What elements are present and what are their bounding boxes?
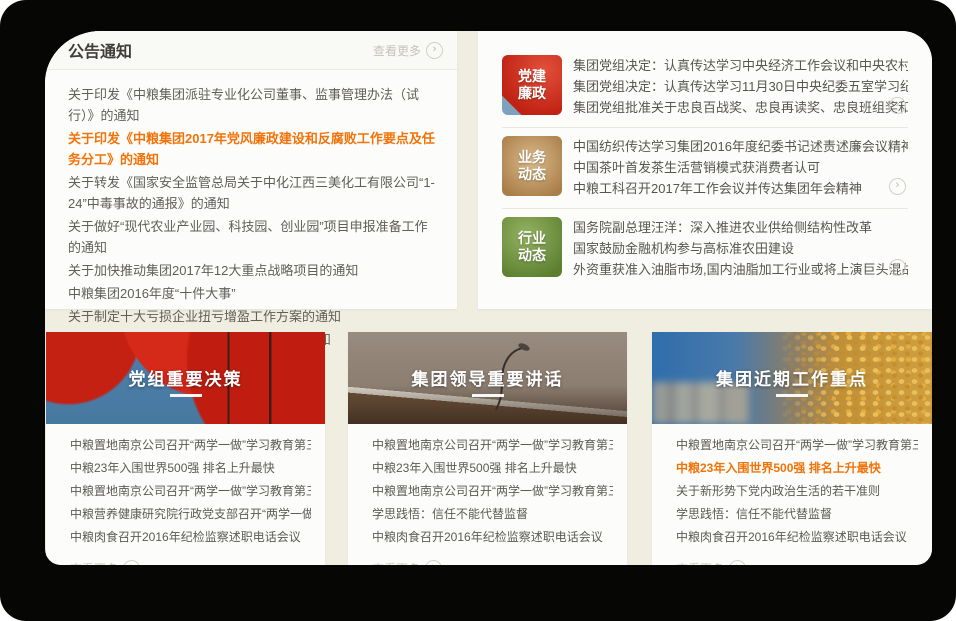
card-leader-speeches: 集团领导重要讲话 中粮置地南京公司召开“两学一做”学习教育第三 ... 中粮23…: [348, 332, 627, 565]
badge-label: 行业: [518, 230, 546, 247]
card-list: 中粮置地南京公司召开“两学一做”学习教育第三 ... 中粮23年入围世界500强…: [652, 424, 932, 546]
badge-label: 廉政: [518, 85, 546, 102]
news-section-industry: 行业 动态 国务院副总理汪洋：深入推进农业供给侧结构性改革 国家鼓励金融机构参与…: [502, 208, 908, 289]
card-party-decisions: 党组重要决策 中粮置地南京公司召开“两学一做”学习教育第三 ... 中粮23年入…: [46, 332, 325, 565]
business-news-badge[interactable]: 业务 动态: [502, 136, 562, 196]
card-hero-red-flags[interactable]: 党组重要决策: [46, 332, 325, 424]
news-item[interactable]: 中国茶叶首发茶生活营销模式获消费者认可: [573, 157, 908, 178]
card-hero-grain[interactable]: 集团近期工作重点: [652, 332, 932, 424]
badge-label: 动态: [518, 166, 546, 183]
section-more-icon[interactable]: ›: [889, 97, 906, 114]
more-label: 查看更多: [70, 560, 118, 565]
card-hero-lectern[interactable]: 集团领导重要讲话: [348, 332, 627, 424]
badge-label: 业务: [518, 149, 546, 166]
card-item[interactable]: 中粮置地南京公司召开“两学一做”学习教育第三 ...: [676, 437, 918, 454]
card-item[interactable]: 中粮肉食召开2016年纪检监察述职电话会议: [676, 529, 918, 546]
chevron-right-icon: ›: [426, 42, 443, 59]
card-more-link[interactable]: 查看更多 ›: [652, 552, 932, 565]
news-item[interactable]: 集团党组批准关于忠良百战奖、忠良再读奖、忠良班组奖和忠良百战奖...: [573, 97, 908, 118]
title-underline: [472, 394, 504, 397]
news-item[interactable]: 中粮工科召开2017年工作会议并传达集团年会精神: [573, 178, 908, 199]
card-item[interactable]: 中粮23年入围世界500强 排名上升最快: [70, 460, 311, 477]
card-item[interactable]: 关于新形势下党内政治生活的若干准则: [676, 483, 918, 500]
announcement-item-highlighted[interactable]: 关于印发《中粮集团2017年党风廉政建设和反腐败工作要点及任务分工》的通知: [68, 128, 435, 170]
announcements-more-link[interactable]: 查看更多 ›: [373, 42, 443, 59]
card-item[interactable]: 中粮23年入围世界500强 排名上升最快: [372, 460, 613, 477]
industry-news-badge[interactable]: 行业 动态: [502, 217, 562, 277]
announcement-item[interactable]: 关于加快推动集团2017年12大重点战略项目的通知: [68, 260, 435, 281]
title-underline: [776, 394, 808, 397]
card-item[interactable]: 中粮置地南京公司召开“两学一做”学习教育第三 ...: [372, 483, 613, 500]
news-item[interactable]: 集团党组决定：认真传达学习11月30日中央纪委五室学习纪要: [573, 76, 908, 97]
news-section-party-building: 党建 廉政 集团党组决定：认真传达学习中央经济工作会议和中央农村工作委员会...…: [502, 47, 908, 127]
card-item[interactable]: 学思践悟：信任不能代替监督: [372, 506, 613, 523]
news-list: 中国纺织传达学习集团2016年度纪委书记述责述廉会议精神 中国茶叶首发茶生活营销…: [573, 136, 908, 199]
announcement-item[interactable]: 关于转发《国家安全监管总局关于中化江西三美化工有限公司“1-24”中毒事故的通报…: [68, 172, 435, 214]
announcement-item[interactable]: 关于做好“现代农业产业园、科技园、创业园”项目申报准备工作的通知: [68, 216, 435, 258]
announcements-title: 公告通知: [68, 38, 373, 62]
news-list: 集团党组决定：认真传达学习中央经济工作会议和中央农村工作委员会... 集团党组决…: [573, 55, 908, 118]
announcement-item[interactable]: 关于印发《中粮集团派驻专业化公司董事、监事管理办法（试行）》的通知: [68, 84, 435, 126]
more-label: 查看更多: [676, 560, 724, 565]
card-item[interactable]: 中粮置地南京公司召开“两学一做”学习教育第三 ...: [70, 437, 311, 454]
announcement-item[interactable]: 关于制定十大亏损企业扭亏增盈工作方案的通知: [68, 306, 435, 327]
announcements-panel: 公告通知 查看更多 › 关于印发《中粮集团派驻专业化公司董事、监事管理办法（试行…: [45, 31, 457, 309]
card-title: 党组重要决策: [46, 365, 325, 390]
chevron-right-icon: ›: [123, 560, 140, 565]
card-list: 中粮置地南京公司召开“两学一做”学习教育第三 ... 中粮23年入围世界500强…: [348, 424, 627, 546]
card-item[interactable]: 中粮营养健康研究院行政党支部召开“两学一做” ...: [70, 506, 311, 523]
section-more-icon[interactable]: ›: [889, 259, 906, 276]
news-list: 国务院副总理汪洋：深入推进农业供给侧结构性改革 国家鼓励金融机构参与高标准农田建…: [573, 217, 908, 280]
card-item[interactable]: 中粮肉食召开2016年纪检监察述职电话会议: [70, 529, 311, 546]
more-label: 查看更多: [372, 560, 420, 565]
news-item[interactable]: 中国纺织传达学习集团2016年度纪委书记述责述廉会议精神: [573, 136, 908, 157]
card-list: 中粮置地南京公司召开“两学一做”学习教育第三 ... 中粮23年入围世界500强…: [46, 424, 325, 546]
news-item[interactable]: 国务院副总理汪洋：深入推进农业供给侧结构性改革: [573, 217, 908, 238]
card-more-link[interactable]: 查看更多 ›: [46, 552, 325, 565]
card-item[interactable]: 中粮置地南京公司召开“两学一做”学习教育第三 ...: [70, 483, 311, 500]
card-item-highlighted[interactable]: 中粮23年入围世界500强 排名上升最快: [676, 460, 918, 477]
news-item[interactable]: 国家鼓励金融机构参与高标准农田建设: [573, 238, 908, 259]
badge-label: 动态: [518, 247, 546, 264]
card-title: 集团领导重要讲话: [348, 365, 627, 390]
news-panel: 党建 廉政 集团党组决定：认真传达学习中央经济工作会议和中央农村工作委员会...…: [478, 31, 932, 309]
card-item[interactable]: 学思践悟：信任不能代替监督: [676, 506, 918, 523]
chevron-right-icon: ›: [425, 560, 442, 565]
section-more-icon[interactable]: ›: [889, 178, 906, 195]
news-item[interactable]: 外资重获准入油脂市场,国内油脂加工行业或将上演巨头混战: [573, 259, 908, 280]
news-item[interactable]: 集团党组决定：认真传达学习中央经济工作会议和中央农村工作委员会...: [573, 55, 908, 76]
chevron-right-icon: ›: [729, 560, 746, 565]
page-content: 公告通知 查看更多 › 关于印发《中粮集团派驻专业化公司董事、监事管理办法（试行…: [45, 31, 932, 565]
announcements-list: 关于印发《中粮集团派驻专业化公司董事、监事管理办法（试行）》的通知 关于印发《中…: [45, 70, 457, 350]
card-work-priorities: 集团近期工作重点 中粮置地南京公司召开“两学一做”学习教育第三 ... 中粮23…: [652, 332, 932, 565]
announcement-item[interactable]: 中粮集团2016年度“十件大事”: [68, 283, 435, 304]
more-label: 查看更多: [373, 42, 421, 59]
card-more-link[interactable]: 查看更多 ›: [348, 552, 627, 565]
card-item[interactable]: 中粮肉食召开2016年纪检监察述职电话会议: [372, 529, 613, 546]
card-item[interactable]: 中粮置地南京公司召开“两学一做”学习教育第三 ...: [372, 437, 613, 454]
badge-label: 党建: [518, 68, 546, 85]
announcements-header: 公告通知 查看更多 ›: [45, 31, 457, 70]
window-frame: 公告通知 查看更多 › 关于印发《中粮集团派驻专业化公司董事、监事管理办法（试行…: [0, 0, 956, 621]
title-underline: [170, 394, 202, 397]
news-section-business: 业务 动态 中国纺织传达学习集团2016年度纪委书记述责述廉会议精神 中国茶叶首…: [502, 127, 908, 208]
card-title: 集团近期工作重点: [652, 365, 932, 390]
party-building-badge[interactable]: 党建 廉政: [502, 55, 562, 115]
